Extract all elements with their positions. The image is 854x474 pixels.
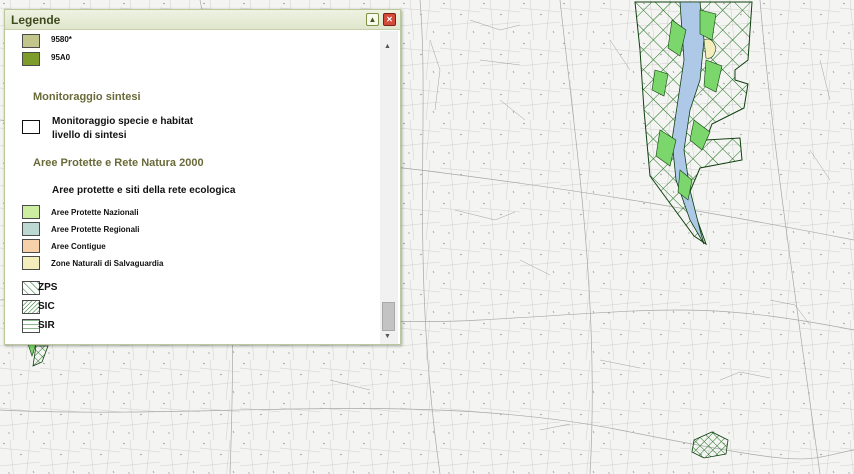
monitoring-section-title: Monitoraggio sintesi xyxy=(33,91,141,103)
habitat-9580-label: 9580* xyxy=(51,35,72,44)
legend-panel: Legende ▲ ✕ 9580* 95A0 Monitoraggio sint… xyxy=(4,9,401,345)
habitat-95a0-label: 95A0 xyxy=(51,53,71,62)
legend-body: 9580* 95A0 Monitoraggio sintesi Monitora… xyxy=(5,31,400,344)
regional-protected-label: Aree Protette Regionali xyxy=(51,225,140,234)
protected-subtitle: Aree protette e siti della rete ecologic… xyxy=(52,185,236,196)
close-icon[interactable]: ✕ xyxy=(383,13,396,26)
monitoring-label-line2: livello di sintesi xyxy=(52,130,127,141)
natural-zones-swatch xyxy=(22,256,40,270)
legend-header: Legende ▲ ✕ xyxy=(5,10,400,30)
national-protected-swatch xyxy=(22,205,40,219)
regional-protected-swatch xyxy=(22,222,40,236)
habitat-95a0-swatch xyxy=(22,52,40,66)
legend-scrollbar[interactable]: ▲ ▼ xyxy=(380,31,398,344)
scroll-thumb[interactable] xyxy=(382,302,395,331)
habitat-9580-swatch xyxy=(22,34,40,48)
contiguous-areas-swatch xyxy=(22,239,40,253)
natural-zones-label: Zone Naturali di Salvaguardia xyxy=(51,259,164,268)
sir-label: SIR xyxy=(38,320,55,331)
zps-label: ZPS xyxy=(38,282,58,293)
national-protected-label: Aree Protette Nazionali xyxy=(51,208,139,217)
chevron-up-icon[interactable]: ▲ xyxy=(366,13,379,26)
protected-section-title: Aree Protette e Rete Natura 2000 xyxy=(33,157,204,169)
monitoring-swatch xyxy=(22,120,40,134)
monitoring-label-line1: Monitoraggio specie e habitat xyxy=(52,116,194,127)
scroll-up-icon[interactable]: ▲ xyxy=(384,43,391,50)
contiguous-areas-label: Aree Contigue xyxy=(51,242,106,251)
scroll-down-icon[interactable]: ▼ xyxy=(384,333,391,340)
sic-label: SIC xyxy=(38,301,55,312)
legend-title: Legende xyxy=(11,13,61,27)
